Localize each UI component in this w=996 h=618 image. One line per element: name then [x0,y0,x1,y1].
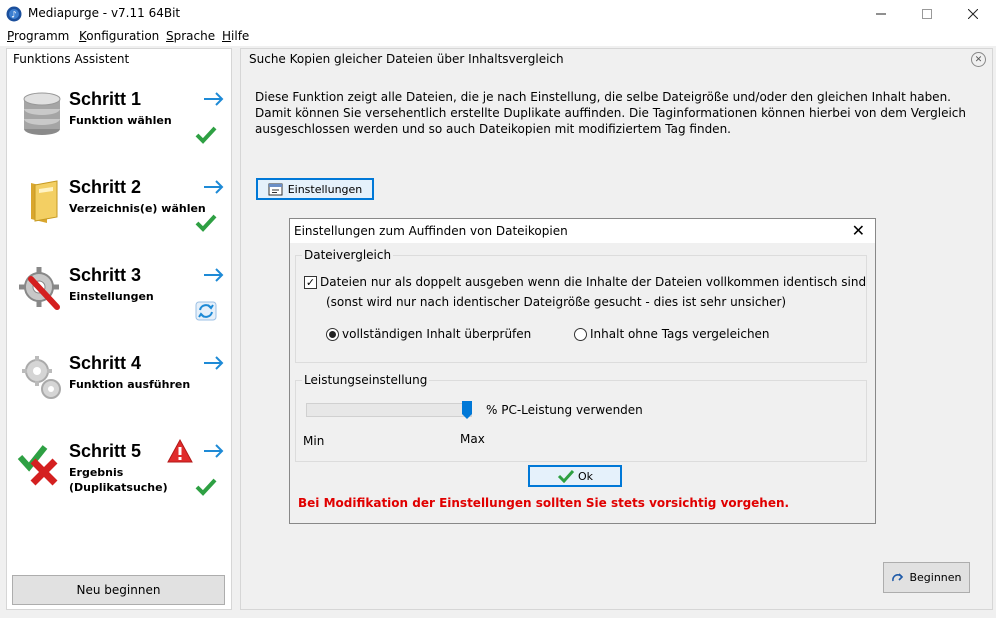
gears-icon [22,356,61,399]
radio-no-tags[interactable]: Inhalt ohne Tags vergeleichen [574,327,770,341]
begin-button[interactable]: Beginnen [883,562,970,593]
step-4-title: Schritt 4 [69,353,142,373]
title-bar: ♪ Mediapurge - v7.11 64Bit [0,0,996,28]
step-4[interactable]: Schritt 4 Funktion ausführen [7,353,233,441]
step-2[interactable]: Schritt 2 Verzeichnis(e) wählen [7,177,233,265]
step-3[interactable]: Schritt 3 Einstellungen [7,265,233,353]
arrow-right-icon [204,356,224,370]
arrow-right-icon [204,444,224,458]
group-label: Leistungseinstellung [302,373,430,387]
checkmark-icon [195,126,217,144]
app-icon: ♪ [6,6,22,22]
redo-arrow-icon [892,572,904,581]
warning-icon [167,439,193,463]
warning-message: Bei Modifikation der Einstellungen sollt… [298,496,790,510]
identical-content-checkbox[interactable]: ✓ Dateien nur als doppelt ausgeben wenn … [304,275,866,289]
database-icon [23,92,61,135]
radio-full-content[interactable]: vollständigen Inhalt überprüfen [326,327,531,341]
new-start-button[interactable]: Neu beginnen [12,575,225,605]
step-3-subtitle: Einstellungen [69,290,154,303]
main-title: Suche Kopien gleicher Dateien über Inhal… [249,52,564,66]
ok-button[interactable]: Ok [528,465,622,487]
step-1[interactable]: Schritt 1 Funktion wählen [7,89,233,177]
settings-window-icon [268,183,283,196]
description-line: ausgeschlossen werden und so auch Dateik… [255,122,731,136]
step-2-subtitle: Verzeichnis(e) wählen [69,202,206,215]
description-line: Diese Funktion zeigt alle Dateien, die j… [255,90,951,104]
dialog-title: Einstellungen zum Auffinden von Dateikop… [294,224,568,238]
menu-hilfe[interactable]: Hilfe [222,29,249,43]
checkmark-icon [195,478,217,496]
refresh-icon [195,301,217,321]
step-5[interactable]: Schritt 5 Ergebnis (Duplikatsuche) [7,439,233,529]
svg-text:♪: ♪ [11,11,17,21]
radio-full-label: vollständigen Inhalt überprüfen [342,327,532,341]
ok-button-label: Ok [577,469,594,483]
settings-button[interactable]: Einstellungen [256,178,374,200]
arrow-right-icon [204,180,224,194]
performance-slider[interactable] [306,403,472,417]
dialog-close-button[interactable]: ✕ [852,221,865,240]
minimize-button[interactable] [858,0,904,28]
maximize-button[interactable] [904,0,950,28]
performance-group: Leistungseinstellung % PC-Leistung verwe… [295,373,867,462]
step-1-title: Schritt 1 [69,89,142,109]
begin-button-label: Beginnen [909,571,962,584]
checkbox-note: (sonst wird nur nach identischer Dateigr… [326,295,787,309]
checkmark-icon [557,469,575,483]
window-title: Mediapurge - v7.11 64Bit [28,6,181,20]
slider-thumb[interactable] [462,401,472,419]
panel-title: Funktions Assistent [13,52,130,66]
checkmark-icon [195,214,217,232]
settings-button-label: Einstellungen [287,182,363,196]
function-assistant-panel: Funktions Assistent Schritt 1 Funktion w… [6,48,232,610]
step-2-title: Schritt 2 [69,177,142,197]
description: Diese Funktion zeigt alle Dateien, die j… [255,89,966,137]
menu-konfiguration[interactable]: Konfiguration [79,29,159,43]
checkbox-box: ✓ [304,275,317,289]
maximize-icon [922,9,932,19]
step-1-subtitle: Funktion wählen [69,114,172,127]
arrow-right-icon [204,268,224,282]
radio-circle [574,327,587,341]
menu-sprache[interactable]: Sprache [166,29,215,43]
settings-dialog: Einstellungen zum Auffinden von Dateikop… [289,218,876,524]
dialog-title-bar: Einstellungen zum Auffinden von Dateikop… [290,219,875,243]
checkbox-label: Dateien nur als doppelt ausgeben wenn di… [320,275,867,289]
slider-min-label: Min [303,434,325,448]
description-line: Damit können Sie versehentlich erstellte… [255,106,966,120]
menu-programm[interactable]: Programm [7,29,69,43]
step-4-subtitle: Funktion ausführen [69,378,191,391]
close-window-button[interactable] [950,0,996,28]
slider-label: % PC-Leistung verwenden [486,403,643,417]
file-compare-group: Dateivergleich ✓ Dateien nur als doppelt… [295,248,867,363]
menu-bar: Programm Konfiguration Sprache Hilfe [0,28,996,46]
minimize-icon [876,13,886,15]
slider-max-label: Max [460,432,485,446]
step-3-title: Schritt 3 [69,265,142,285]
menu-programm-rest: rogramm [14,29,70,43]
settings-tools-icon [19,267,60,310]
folder-icon [31,180,58,223]
close-icon [968,9,978,19]
result-check-cross-icon [17,445,58,486]
step-5-subtitle: Ergebnis (Duplikatsuche) [69,466,168,494]
radio-no-tags-label: Inhalt ohne Tags vergeleichen [590,327,770,341]
group-label: Dateivergleich [302,248,394,262]
arrow-right-icon [204,92,224,106]
radio-circle [326,327,339,341]
close-panel-button[interactable]: ✕ [971,52,986,67]
step-5-title: Schritt 5 [69,441,142,461]
